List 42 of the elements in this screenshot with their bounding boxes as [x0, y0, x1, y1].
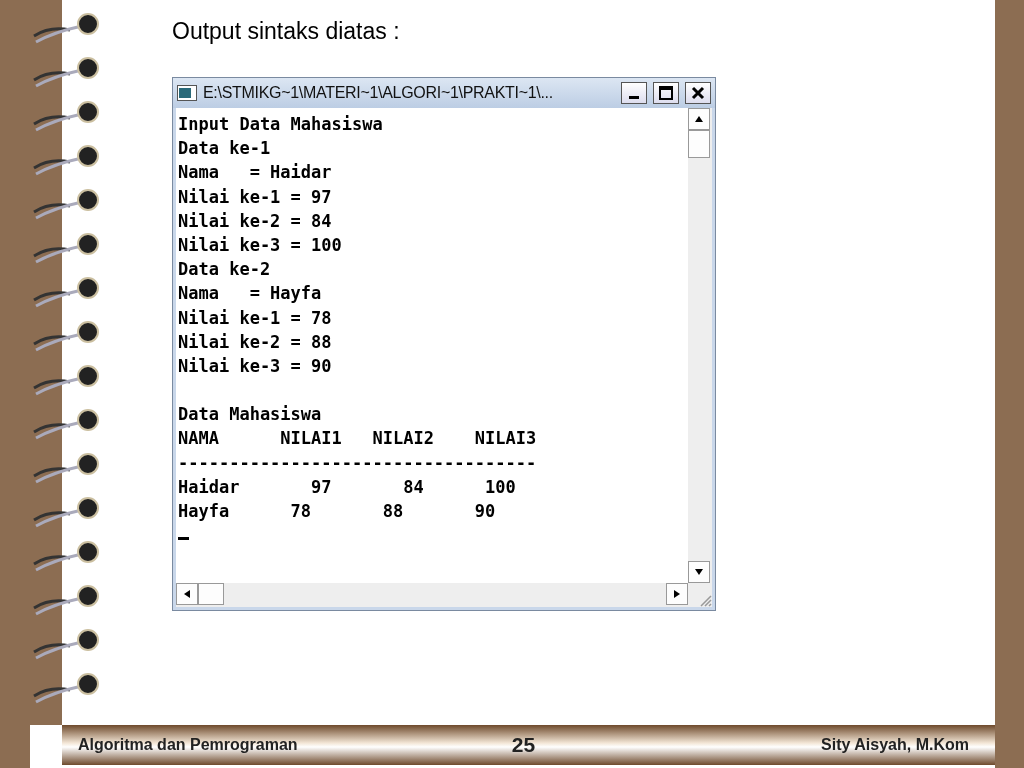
- close-button[interactable]: [685, 82, 711, 104]
- left-arrow-icon: [183, 590, 191, 598]
- up-arrow-icon: [695, 115, 703, 123]
- maximize-icon: [659, 86, 673, 100]
- author-name: Sity Aisyah, M.Kom: [820, 736, 969, 754]
- scroll-left-button[interactable]: [176, 583, 198, 605]
- maximize-button[interactable]: [653, 82, 679, 104]
- console-line: Haidar 97 84 100: [178, 475, 517, 499]
- scroll-up-button[interactable]: [688, 108, 710, 130]
- console-line: Nilai ke-2 = 84: [178, 209, 333, 233]
- console-line: Nilai ke-3 = 100: [178, 233, 343, 257]
- console-line: Data ke-2: [178, 258, 272, 282]
- console-line: Input Data Mahasiswa: [178, 113, 384, 136]
- close-icon: [691, 86, 705, 100]
- course-title: Algoritma dan Pemrograman: [78, 736, 299, 754]
- minimize-button[interactable]: [621, 82, 647, 104]
- scroll-down-button[interactable]: [688, 561, 710, 583]
- console-app-icon: [177, 85, 197, 101]
- console-line: Data ke-1: [178, 137, 272, 161]
- slide-heading: Output sintaks diatas :: [172, 18, 401, 46]
- page-number: 25: [511, 733, 536, 757]
- horizontal-scrollbar[interactable]: [176, 583, 688, 607]
- down-arrow-icon: [695, 568, 703, 576]
- minimize-icon: [629, 95, 639, 99]
- right-arrow-icon: [673, 590, 681, 598]
- scroll-thumb[interactable]: [198, 583, 224, 605]
- vertical-scrollbar[interactable]: [688, 108, 712, 583]
- console-line: Nilai ke-2 = 88: [178, 330, 333, 354]
- console-line: Nilai ke-3 = 90: [178, 354, 333, 378]
- console-line: -----------------------------------: [178, 451, 538, 475]
- console-line: Nama = Hayfa: [178, 282, 323, 306]
- scroll-thumb[interactable]: [688, 130, 710, 158]
- console-line: Nilai ke-1 = 97: [178, 185, 333, 209]
- resize-grip-icon[interactable]: [698, 593, 712, 607]
- console-line: Nama = Haidar: [178, 161, 333, 185]
- console-line: Nilai ke-1 = 78: [178, 306, 333, 330]
- console-line: Data Mahasiswa: [178, 403, 323, 427]
- text-cursor: [178, 537, 189, 541]
- console-line: Hayfa 78 88 90: [178, 500, 497, 523]
- window-title: E:\STMIKG~1\MATERI~1\ALGORI~1\PRAKTI~1\...: [203, 84, 554, 102]
- scroll-right-button[interactable]: [666, 583, 688, 605]
- console-line: NAMA NILAI1 NILAI2 NILAI3: [178, 427, 538, 451]
